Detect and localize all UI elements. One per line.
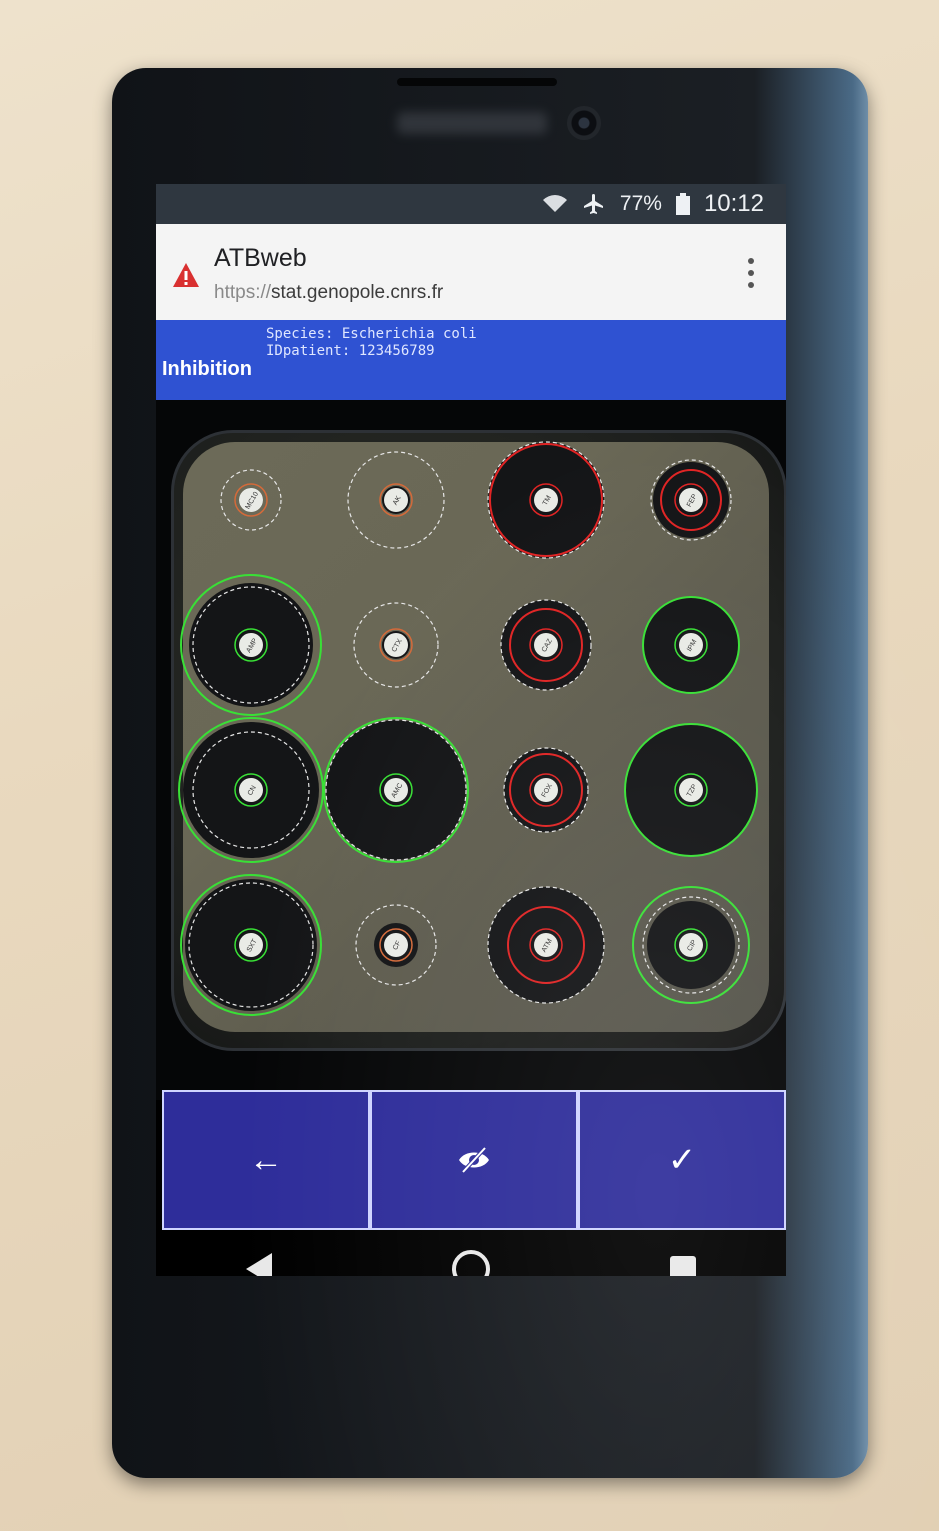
disk-ipm[interactable]: IPM <box>642 596 740 694</box>
recents-icon[interactable] <box>670 1256 696 1276</box>
disk-caz[interactable]: CAZ <box>500 599 592 691</box>
disk-tzp[interactable]: TZP <box>624 723 758 857</box>
battery-percent: 77% <box>619 192 662 215</box>
disk-atm[interactable]: ATM <box>487 886 605 1004</box>
android-nav-bar <box>156 1239 786 1276</box>
mode-label: Inhibition <box>162 358 252 380</box>
phone-device: 77% 10:12 ATBweb https://stat.genopole.c… <box>112 68 868 1478</box>
home-icon[interactable] <box>452 1250 490 1276</box>
url-text[interactable]: https://stat.genopole.cnrs.fr <box>214 282 443 304</box>
confirm-button[interactable]: ✓ <box>578 1090 786 1230</box>
disk-sxt[interactable]: SXT <box>180 874 322 1016</box>
inhibition-zones[interactable]: MC10 AK TM FEP AMP CTX CAZ IPM CN AMC FOX TZP SXT CF A… <box>156 400 786 1100</box>
url-host: stat.genopole.cnrs.fr <box>271 282 444 303</box>
front-camera <box>567 106 601 140</box>
eye-off-icon <box>459 1146 489 1174</box>
disk-ak[interactable]: AK <box>347 451 445 549</box>
disk-cn[interactable]: CN <box>178 717 324 863</box>
plate-view: MC10 AK TM FEP AMP CTX CAZ IPM CN AMC FOX TZP SXT CF A… <box>156 400 786 1100</box>
sample-info: Species: Escherichia coli IDpatient: 123… <box>266 326 477 360</box>
screen: 77% 10:12 ATBweb https://stat.genopole.c… <box>156 184 786 1276</box>
info-bar: Species: Escherichia coli IDpatient: 123… <box>156 320 786 400</box>
earpiece <box>397 78 557 86</box>
page-title: ATBweb <box>214 244 307 272</box>
back-icon[interactable] <box>246 1253 272 1276</box>
warning-icon[interactable] <box>172 262 200 288</box>
disk-tm[interactable]: TM <box>487 441 605 559</box>
disk-mc10[interactable]: MC10 <box>220 469 282 531</box>
airplane-mode-icon <box>583 194 603 214</box>
battery-icon <box>675 193 690 215</box>
overflow-menu-icon[interactable] <box>748 258 756 288</box>
disk-fox[interactable]: FOX <box>503 747 589 833</box>
back-button[interactable]: ← <box>162 1090 370 1230</box>
disk-ctx[interactable]: CTX <box>353 602 439 688</box>
arrow-left-icon: ← <box>249 1140 283 1179</box>
clock: 10:12 <box>703 190 764 217</box>
disk-cip[interactable]: CIP <box>632 886 750 1004</box>
disk-amc[interactable]: AMC <box>323 717 469 863</box>
status-bar: 77% 10:12 <box>156 184 786 224</box>
toggle-visibility-button[interactable] <box>370 1090 578 1230</box>
url-protocol: https:// <box>214 282 272 303</box>
species-line: Species: Escherichia coli <box>266 326 477 342</box>
disk-amp[interactable]: AMP <box>180 574 322 716</box>
disk-fep[interactable]: FEP <box>650 459 732 541</box>
patient-id-line: IDpatient: 123456789 <box>266 343 435 359</box>
browser-url-bar[interactable]: ATBweb https://stat.genopole.cnrs.fr <box>156 224 786 320</box>
brand-logo <box>397 112 547 134</box>
disk-cf[interactable]: CF <box>355 904 437 986</box>
checkmark-icon: ✓ <box>667 1141 697 1179</box>
action-bar: ← ✓ <box>162 1090 786 1230</box>
wifi-icon <box>542 195 567 212</box>
